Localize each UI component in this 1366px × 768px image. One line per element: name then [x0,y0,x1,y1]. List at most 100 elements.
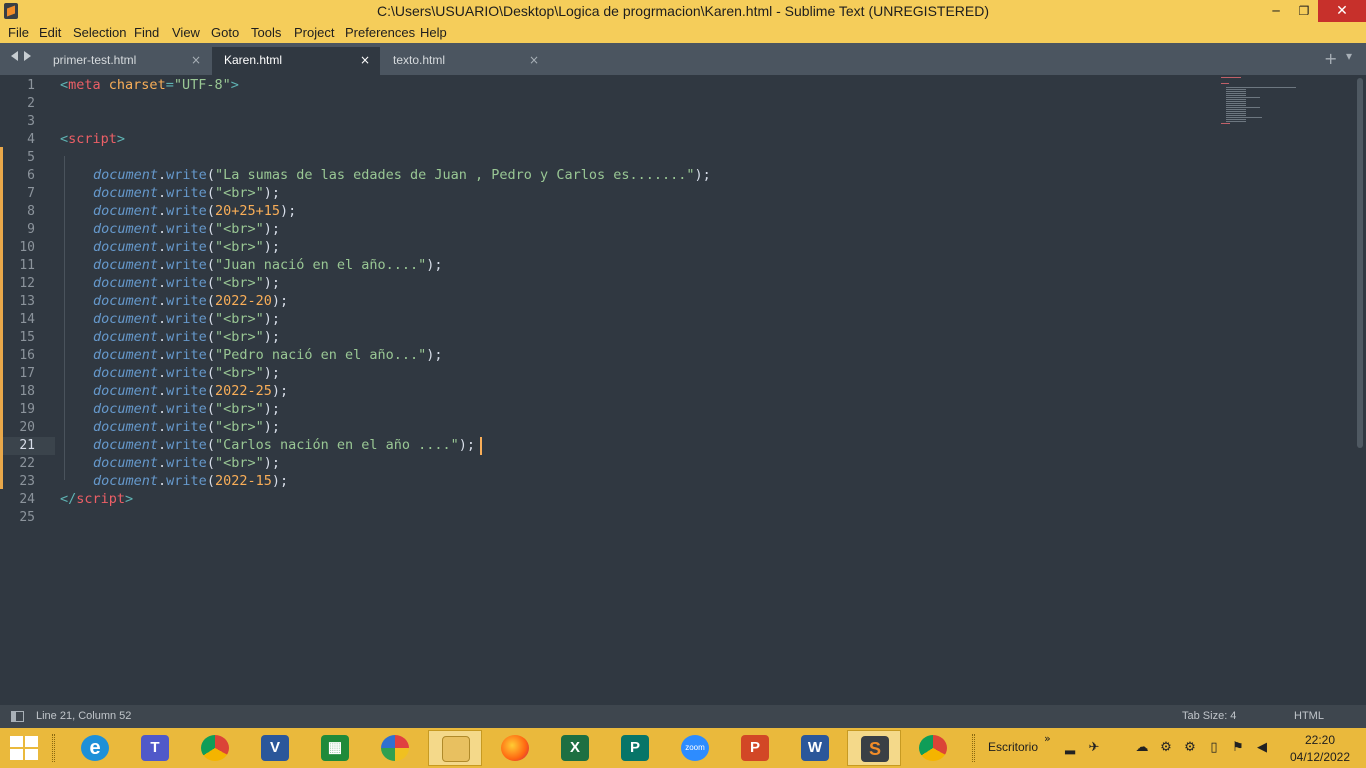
close-icon[interactable]: × [529,53,539,67]
tab-texto[interactable]: texto.html × [381,47,549,75]
panel-toggle-icon[interactable] [11,711,24,722]
project-icon[interactable]: ▦ [308,730,362,766]
sublime-text-taskbar-icon[interactable]: S [847,730,901,766]
tab-karen[interactable]: Karen.html × [212,47,380,75]
scrollbar-thumb[interactable] [1357,78,1363,448]
code-line-24: </script> [60,491,134,507]
tab-label: texto.html [393,53,446,67]
taskbar-gripper [52,734,55,762]
menu-selection[interactable]: Selection [73,25,126,40]
line-number: 18 [19,384,35,399]
menu-goto[interactable]: Goto [211,25,239,40]
menu-preferences[interactable]: Preferences [345,25,415,40]
code-line-22: document.write("<br>"); [93,455,280,471]
line-number: 2 [27,96,35,111]
internet-explorer-icon[interactable]: e [68,730,122,766]
code-line-16: document.write("Pedro nació en el año...… [93,347,443,363]
status-bar: Line 21, Column 52 Tab Size: 4 HTML [0,705,1366,728]
chevron-right-icon[interactable]: » [1044,732,1051,745]
code-line-18: document.write(2022-25); [93,383,289,399]
title-bar: C:\Users\USUARIO\Desktop\Logica de progr… [0,0,1366,23]
code-line-15: document.write("<br>"); [93,329,280,345]
publisher-icon[interactable]: P [608,730,662,766]
line-number: 14 [19,312,35,327]
line-number: 25 [19,510,35,525]
code-line-1: <meta charset="UTF-8"> [60,77,239,93]
menu-file[interactable]: File [8,25,29,40]
code-line-11: document.write("Juan nació en el año....… [93,257,443,273]
code-line-12: document.write("<br>"); [93,275,280,291]
line-number: 1 [27,78,35,93]
line-number: 8 [27,204,35,219]
minimize-button[interactable]: ─ [1262,0,1290,22]
close-icon[interactable]: × [191,53,201,67]
code-line-7: document.write("<br>"); [93,185,280,201]
line-number: 17 [19,366,35,381]
windows-start-button[interactable] [10,736,38,760]
code-line-6: document.write("La sumas de las edades d… [93,167,711,183]
visio-icon[interactable]: V [248,730,302,766]
close-icon[interactable]: × [360,53,370,67]
code-line-8: document.write(20+25+15); [93,203,297,219]
line-number: 20 [19,420,35,435]
code-line-4: <script> [60,131,126,147]
picasa-icon[interactable] [368,730,422,766]
code-line-19: document.write("<br>"); [93,401,280,417]
battery-icon[interactable]: ▯ [1206,740,1222,756]
chrome-profile-icon[interactable] [906,730,960,766]
word-icon[interactable]: W [788,730,842,766]
sync-icon[interactable]: ⚙ [1158,740,1174,756]
signal-icon[interactable]: ▂ [1062,740,1078,756]
line-number: 24 [19,492,35,507]
powerpoint-icon[interactable]: P [728,730,782,766]
menu-find[interactable]: Find [134,25,159,40]
code-line-21: document.write("Carlos nación en el año … [93,437,476,453]
menu-edit[interactable]: Edit [39,25,61,40]
line-number-gutter: 1 2 3 4 5 6 7 8 9 10 11 12 13 14 15 16 1… [0,75,55,705]
line-number: 4 [27,132,35,147]
flag-icon[interactable]: ⚑ [1230,740,1246,756]
line-number: 16 [19,348,35,363]
line-number: 11 [19,258,35,273]
line-number: 13 [19,294,35,309]
volume-icon[interactable]: ◀ [1254,740,1270,756]
file-explorer-icon[interactable] [428,730,482,766]
network-icon[interactable]: ✈ [1086,740,1102,756]
line-number: 7 [27,186,35,201]
line-number: 5 [27,150,35,165]
line-number-active: 21 [19,438,35,453]
settings-icon[interactable]: ⚙ [1182,740,1198,756]
excel-icon[interactable]: X [548,730,602,766]
taskbar-gripper [972,734,975,762]
text-cursor [480,437,482,455]
code-line-23: document.write(2022-15); [93,473,289,489]
clock-date[interactable]: 04/12/2022 [1282,750,1358,764]
chrome-icon[interactable] [188,730,242,766]
close-button[interactable]: ✕ [1318,0,1366,22]
tab-size-selector[interactable]: Tab Size: 4 [1182,710,1236,722]
menu-project[interactable]: Project [294,25,334,40]
taskbar: e T V ▦ X P zoom P W S Escritorio » ▂ ✈ [0,728,1366,768]
chevron-down-icon[interactable]: ▾ [1346,49,1352,63]
code-editor[interactable]: 1 2 3 4 5 6 7 8 9 10 11 12 13 14 15 16 1… [0,75,1356,705]
maximize-button[interactable]: ❐ [1290,0,1318,22]
teams-icon[interactable]: T [128,730,182,766]
tab-primer-test[interactable]: primer-test.html × [41,47,211,75]
menu-tools[interactable]: Tools [251,25,281,40]
plus-icon[interactable]: + [1324,49,1337,68]
minimap[interactable] [1218,76,1308,126]
menu-help[interactable]: Help [420,25,447,40]
clock-time[interactable]: 22:20 [1290,733,1350,747]
arrow-right-icon[interactable] [24,51,31,61]
code-line-13: document.write(2022-20); [93,293,289,309]
code-line-17: document.write("<br>"); [93,365,280,381]
menu-view[interactable]: View [172,25,200,40]
line-number: 9 [27,222,35,237]
zoom-icon[interactable]: zoom [668,730,722,766]
line-number: 19 [19,402,35,417]
cloud-icon[interactable]: ☁ [1134,740,1150,756]
syntax-selector[interactable]: HTML [1294,710,1324,722]
firefox-icon[interactable] [488,730,542,766]
arrow-left-icon[interactable] [11,51,18,61]
desktop-toolbar-label[interactable]: Escritorio [988,740,1038,754]
